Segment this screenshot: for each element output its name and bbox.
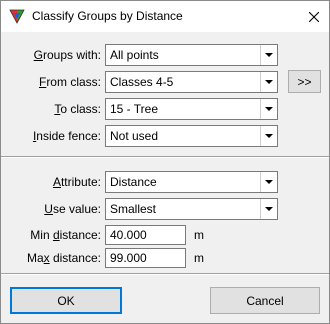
ok-button[interactable]: OK [10,287,122,314]
close-button[interactable] [299,1,329,32]
attribute-label: Attribute: [52,175,101,189]
inside-fence-label: Inside fence: [32,129,101,143]
chevron-down-icon[interactable] [260,99,277,119]
chevron-down-icon[interactable] [260,72,277,92]
chevron-down-icon[interactable] [260,199,277,219]
to-class-value: 15 - Tree [110,102,159,116]
use-value-select[interactable]: Smallest [105,198,278,220]
min-distance-value: 40.000 [110,228,147,242]
to-class-label: To class: [54,102,101,116]
close-icon [309,11,319,22]
chevron-down-icon[interactable] [260,45,277,65]
title-bar: Classify Groups by Distance [1,1,329,32]
max-distance-field[interactable]: 99.000 [105,248,186,268]
inside-fence-value: Not used [110,129,159,143]
dialog-window: Classify Groups by Distance Groups with:… [0,0,330,324]
min-distance-unit: m [194,228,204,242]
use-value-label: Use value: [44,202,101,216]
inside-fence-select[interactable]: Not used [105,125,278,147]
chevron-down-icon[interactable] [260,172,277,192]
groups-with-value: All points [110,48,159,62]
footer-divider [1,273,329,275]
use-value-value: Smallest [110,202,157,216]
attribute-select[interactable]: Distance [105,171,278,193]
max-distance-unit: m [194,251,204,265]
from-class-value: Classes 4-5 [110,75,174,89]
min-distance-label: Min distance: [30,228,101,242]
classify-triangle-icon [9,9,25,24]
from-class-select[interactable]: Classes 4-5 [105,71,278,93]
cancel-button[interactable]: Cancel [210,287,320,314]
min-distance-field[interactable]: 40.000 [105,225,186,245]
groups-with-select[interactable]: All points [105,44,278,66]
groups-with-label: Groups with: [33,48,101,62]
to-class-select[interactable]: 15 - Tree [105,98,278,120]
max-distance-value: 99.000 [110,251,147,265]
window-title: Classify Groups by Distance [32,9,183,23]
max-distance-label: Max distance: [26,251,101,265]
more-classes-button[interactable]: >> [288,70,321,93]
chevron-down-icon[interactable] [260,126,277,146]
from-class-label: From class: [38,75,101,89]
attribute-value: Distance [110,175,157,189]
section-divider [1,156,329,158]
